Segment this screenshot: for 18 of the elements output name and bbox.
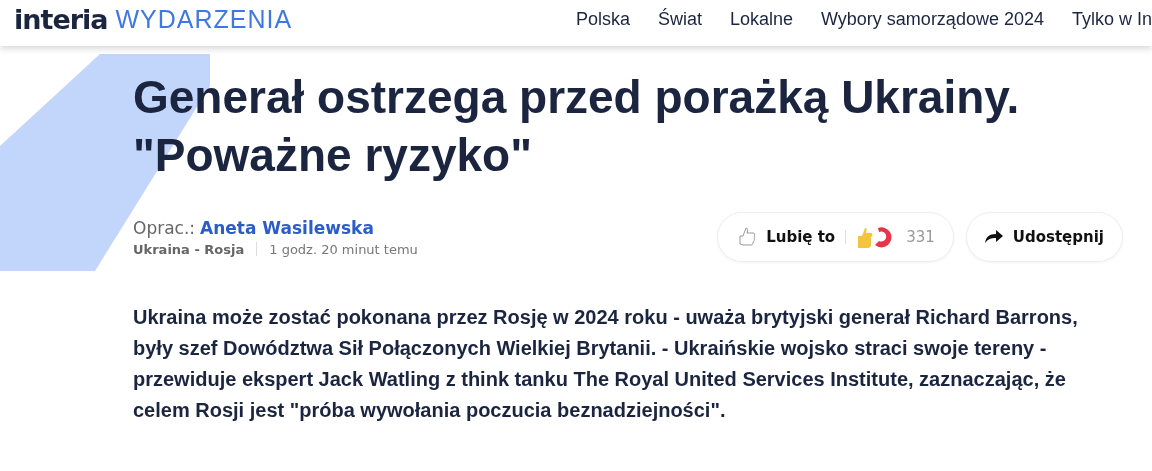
like-button[interactable]: Lubię to 331 xyxy=(717,212,954,262)
nav-link[interactable]: Wybory samorządowe 2024 xyxy=(821,8,1044,30)
share-arrow-icon xyxy=(984,230,1003,244)
author-link[interactable]: Aneta Wasilewska xyxy=(200,217,374,238)
nav-link[interactable]: Świat xyxy=(657,8,702,30)
article-lead: Ukraina może zostać pokonana przez Rosję w 2024 roku - uważa brytyjski generał Richard Barrons, były szef Dowództwa Sił Połączonych Wielkiej Brytanii. - Ukraińskie wojsko straci swoje tereny - przewiduje ekspert Jack Watling z think tanku The Royal United Services Institute, zaznaczając, że celem Rosji jest "próba wywołania poczucia beznadziejności". xyxy=(133,305,1079,423)
share-button[interactable]: Udostępnij xyxy=(965,212,1123,262)
article-title: Generał ostrzega przed porażką Ukrainy. "Poważne ryzyko" xyxy=(133,70,1021,183)
nav-link[interactable]: Polska xyxy=(575,8,630,30)
nav-link[interactable]: Tylko w In xyxy=(1071,8,1152,30)
section-title: WYDARZENIA xyxy=(115,4,293,34)
publish-time: 1 godz. 20 minut temu xyxy=(269,241,418,257)
like-count: 331 xyxy=(906,228,935,246)
category-label: Ukraina - Rosja xyxy=(133,241,245,257)
thumbs-up-icon xyxy=(736,225,757,249)
byline-label: Oprac.: xyxy=(133,217,196,238)
logo[interactable]: interia xyxy=(14,3,108,35)
nav-link[interactable]: Lokalne xyxy=(729,8,793,30)
